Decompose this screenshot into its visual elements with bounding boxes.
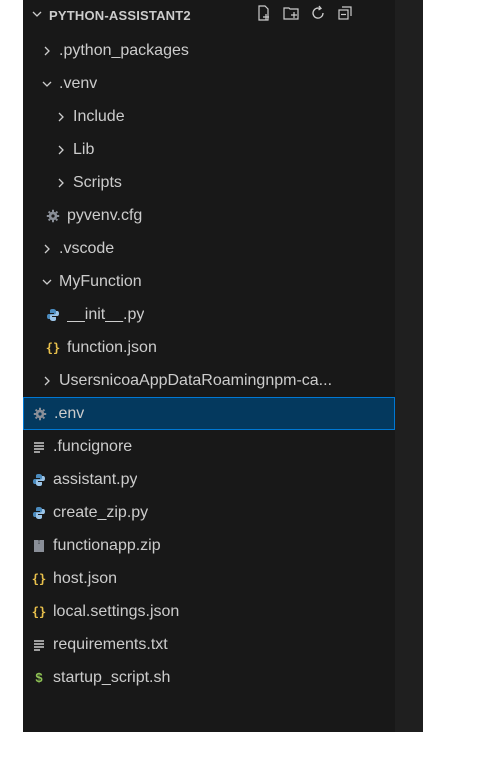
tree-item-label: local.settings.json	[53, 602, 180, 620]
tree-item-label: .vscode	[59, 239, 115, 257]
tree-file-env[interactable]: .env	[23, 397, 395, 430]
chevron-right-icon	[39, 243, 55, 255]
tree-folder-include[interactable]: Include	[23, 100, 395, 133]
tree-file-functionapp-zip[interactable]: functionapp.zip	[23, 529, 395, 562]
tree-file-assistant-py[interactable]: assistant.py	[23, 463, 395, 496]
zip-icon	[31, 538, 47, 554]
refresh-icon[interactable]	[309, 4, 327, 22]
tree-folder-vscode[interactable]: .vscode	[23, 232, 395, 265]
python-icon	[31, 472, 47, 488]
tree-item-label: UsersnicoaAppDataRoamingnpm-ca...	[59, 371, 333, 389]
tree-file-startup-script-sh[interactable]: $ startup_script.sh	[23, 661, 395, 694]
tree-file-host-json[interactable]: {} host.json	[23, 562, 395, 595]
chevron-right-icon	[39, 45, 55, 57]
tree-folder-python-packages[interactable]: .python_packages	[23, 34, 395, 67]
tree-file-function-json[interactable]: {} function.json	[23, 331, 395, 364]
tree-folder-myfunction[interactable]: MyFunction	[23, 265, 395, 298]
tree-item-label: MyFunction	[59, 272, 142, 290]
chevron-right-icon	[53, 144, 69, 156]
workspace-title: PYTHON-ASSISTANT2	[49, 7, 191, 23]
python-icon	[45, 307, 61, 323]
tree-file-init-py[interactable]: __init__.py	[23, 298, 395, 331]
json-braces-icon: {}	[45, 340, 61, 355]
tree-item-label: .python_packages	[59, 41, 189, 59]
tree-item-label: functionapp.zip	[53, 536, 161, 554]
new-folder-icon[interactable]	[282, 4, 300, 22]
chevron-down-icon[interactable]	[29, 8, 45, 23]
tree-item-label: .env	[54, 404, 85, 422]
tree-item-label: .funcignore	[53, 437, 133, 455]
tree-item-label: requirements.txt	[53, 635, 168, 653]
tree-item-label: create_zip.py	[53, 503, 149, 521]
explorer-header[interactable]: PYTHON-ASSISTANT2	[23, 0, 395, 30]
json-braces-icon: {}	[31, 571, 47, 586]
tree-file-funcignore[interactable]: .funcignore	[23, 430, 395, 463]
gear-icon	[32, 406, 48, 422]
tree-item-label: host.json	[53, 569, 118, 587]
chevron-right-icon	[53, 177, 69, 189]
python-icon	[31, 505, 47, 521]
tree-item-label: Scripts	[73, 173, 122, 191]
lines-icon	[31, 637, 47, 653]
chevron-right-icon	[53, 111, 69, 123]
tree-file-create-zip-py[interactable]: create_zip.py	[23, 496, 395, 529]
tree-folder-lib[interactable]: Lib	[23, 133, 395, 166]
tree-file-requirements-txt[interactable]: requirements.txt	[23, 628, 395, 661]
explorer-actions	[255, 4, 354, 22]
json-braces-icon: {}	[31, 604, 47, 619]
tree-file-pyvenv-cfg[interactable]: pyvenv.cfg	[23, 199, 395, 232]
tree-folder-scripts[interactable]: Scripts	[23, 166, 395, 199]
shell-dollar-icon: $	[35, 670, 43, 685]
tree-folder-users-npm-cache[interactable]: UsersnicoaAppDataRoamingnpm-ca...	[23, 364, 395, 397]
collapse-all-icon[interactable]	[336, 4, 354, 22]
tree-item-label: .venv	[59, 74, 98, 92]
tree-item-label: Include	[73, 107, 125, 125]
chevron-right-icon	[39, 375, 55, 387]
tree-item-label: startup_script.sh	[53, 668, 171, 686]
new-file-icon[interactable]	[255, 4, 273, 22]
tree-item-label: assistant.py	[53, 470, 138, 488]
editor-edge	[395, 0, 423, 732]
tree-item-label: __init__.py	[67, 305, 145, 323]
tree-item-label: Lib	[73, 140, 95, 158]
gear-icon	[45, 208, 61, 224]
lines-icon	[31, 439, 47, 455]
tree-folder-venv[interactable]: .venv	[23, 67, 395, 100]
file-tree: .python_packages .venv Include Lib Scrip…	[23, 34, 395, 694]
tree-item-label: pyvenv.cfg	[67, 206, 143, 224]
tree-file-local-settings-json[interactable]: {} local.settings.json	[23, 595, 395, 628]
tree-item-label: function.json	[67, 338, 157, 356]
chevron-down-icon	[39, 79, 55, 89]
chevron-down-icon	[39, 277, 55, 287]
